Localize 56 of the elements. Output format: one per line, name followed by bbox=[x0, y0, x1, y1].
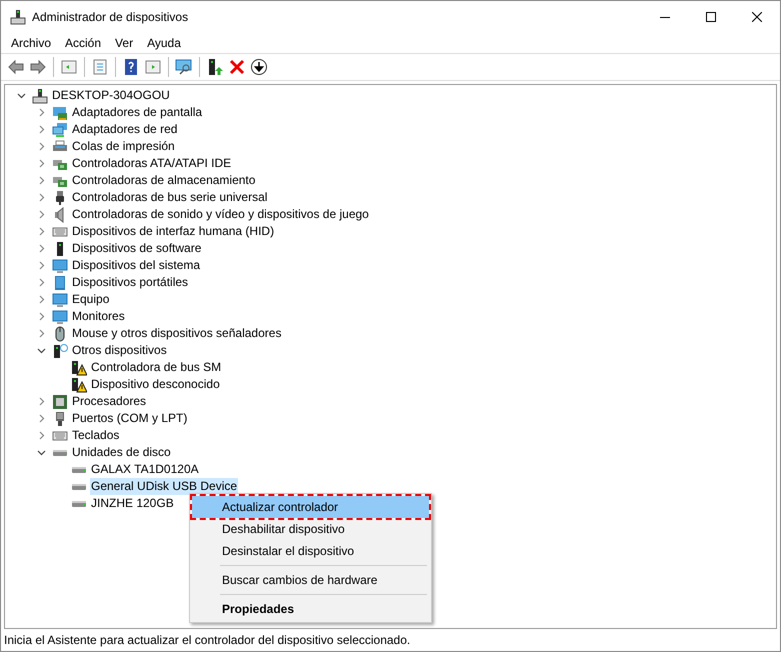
status-text: Inicia el Asistente para actualizar el controlador del dispositivo seleccionado. bbox=[4, 632, 410, 649]
menu-item[interactable]: Acción bbox=[58, 33, 108, 53]
menu-item[interactable]: Desinstalar el dispositivo bbox=[192, 540, 429, 562]
tree-item[interactable]: Otros dispositivos bbox=[71, 342, 168, 359]
menu-item[interactable]: Archivo bbox=[4, 33, 58, 53]
tree-item[interactable]: Dispositivos del sistema bbox=[71, 257, 202, 274]
network-icon bbox=[52, 122, 68, 138]
disk-drive-icon bbox=[72, 466, 86, 472]
menu-item[interactable]: Ayuda bbox=[140, 33, 188, 53]
window-title: Administrador de dispositivos bbox=[32, 9, 188, 26]
close-icon[interactable] bbox=[752, 12, 762, 22]
disk-drive-icon bbox=[72, 484, 86, 490]
maximize-icon[interactable] bbox=[706, 12, 716, 22]
tree-item[interactable]: Colas de impresión bbox=[71, 138, 176, 155]
tree-item[interactable]: Controladoras ATA/ATAPI IDE bbox=[71, 155, 232, 172]
tree-item[interactable]: Dispositivo desconocido bbox=[90, 376, 221, 393]
monitor-icon bbox=[52, 292, 68, 308]
menu-item[interactable]: Actualizar controlador bbox=[192, 496, 429, 518]
tree-item[interactable]: Adaptadores de pantalla bbox=[71, 104, 204, 121]
warning-device-icon bbox=[71, 360, 87, 376]
tree-item[interactable]: Procesadores bbox=[71, 393, 148, 410]
monitor-icon bbox=[52, 258, 68, 274]
tree-item[interactable]: Controladoras de bus serie universal bbox=[71, 189, 268, 206]
processor-icon bbox=[52, 394, 68, 410]
display-adapter-icon bbox=[52, 104, 68, 120]
tablet-icon bbox=[52, 274, 68, 290]
menu-item[interactable]: Deshabilitar dispositivo bbox=[192, 518, 429, 540]
tree-item[interactable]: Teclados bbox=[71, 427, 120, 444]
download-arrow-icon[interactable] bbox=[248, 56, 270, 78]
menu-item[interactable]: Ver bbox=[108, 33, 140, 53]
tree-item[interactable]: Dispositivos portátiles bbox=[71, 274, 190, 291]
disk-drive-icon bbox=[72, 500, 86, 506]
tree-item[interactable]: Controladoras de sonido y vídeo y dispositivos de juego bbox=[71, 206, 370, 223]
monitor-icon bbox=[52, 308, 68, 324]
tree-item[interactable]: General UDisk USB Device bbox=[90, 478, 238, 495]
tree-item[interactable]: Controladoras de almacenamiento bbox=[71, 172, 256, 189]
disk-drive-icon bbox=[53, 450, 67, 456]
menu-item[interactable]: Propiedades bbox=[192, 598, 429, 620]
tree-item[interactable]: JINZHE 120GB bbox=[90, 495, 175, 512]
tree-item[interactable]: Dispositivos de interfaz humana (HID) bbox=[71, 223, 276, 240]
minimize-icon[interactable] bbox=[660, 16, 670, 18]
tree-item[interactable]: Monitores bbox=[71, 308, 126, 325]
unknown-device-icon bbox=[52, 342, 68, 358]
device-manager-icon bbox=[10, 9, 26, 25]
computer-icon bbox=[32, 88, 48, 104]
tree-item[interactable]: Dispositivos de software bbox=[71, 240, 202, 257]
tree-item[interactable]: Unidades de disco bbox=[71, 444, 172, 461]
tree-item[interactable]: Puertos (COM y LPT) bbox=[71, 410, 188, 427]
warning-device-icon bbox=[71, 376, 87, 392]
tree-item[interactable]: Controladora de bus SM bbox=[90, 359, 222, 376]
tree-item[interactable]: Equipo bbox=[71, 291, 110, 308]
tree-item[interactable]: Adaptadores de red bbox=[71, 121, 178, 138]
tree-item[interactable]: DESKTOP-304OGOU bbox=[51, 87, 171, 104]
tree-item[interactable]: Mouse y otros dispositivos señaladores bbox=[71, 325, 282, 342]
tree-item[interactable]: GALAX TA1D0120A bbox=[90, 461, 200, 478]
menu-item[interactable]: Buscar cambios de hardware bbox=[192, 569, 429, 591]
